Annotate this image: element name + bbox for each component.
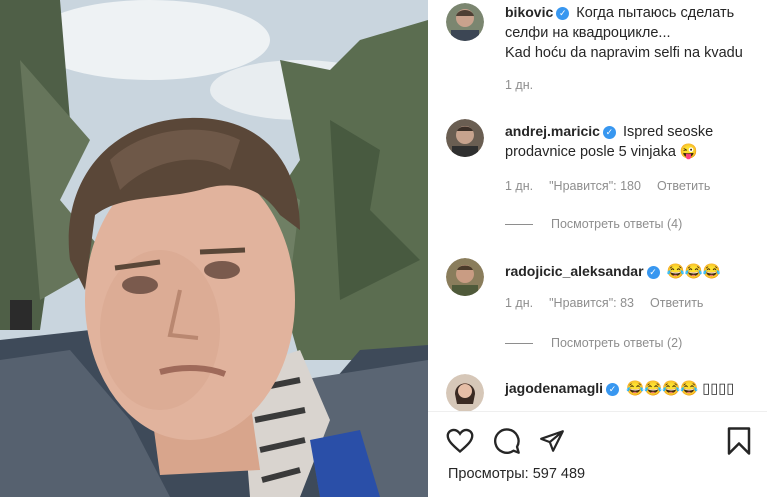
comment-likes[interactable]: "Нравится": 180 [549, 179, 641, 193]
comment-body: jagodenamagli ✓ 😂😂😂😂 ▯▯▯▯ [505, 378, 763, 399]
author-username[interactable]: bikovic [505, 4, 553, 20]
comment-avatar[interactable] [446, 119, 484, 157]
caption-line-3: Kad hoću da napravim selfi na kvadu [505, 45, 743, 61]
bookmark-icon[interactable] [726, 426, 752, 456]
post-video[interactable] [0, 0, 428, 497]
comment-username[interactable]: radojicic_aleksandar [505, 263, 644, 279]
reply-button[interactable]: Ответить [650, 296, 703, 310]
reply-button[interactable]: Ответить [657, 179, 710, 193]
comment-time[interactable]: 1 дн. [505, 296, 533, 310]
comment-username[interactable]: jagodenamagli [505, 380, 603, 396]
author-avatar[interactable] [446, 3, 484, 41]
view-replies-button[interactable]: Посмотреть ответы (2) [505, 336, 682, 350]
comment-text: 😂😂😂 [666, 264, 721, 280]
comment-text-line-2: prodavnice posle 5 vinjaka 😜 [505, 144, 698, 160]
replies-divider [505, 224, 533, 226]
comment-avatar[interactable] [446, 374, 484, 411]
verified-icon: ✓ [602, 126, 616, 139]
comment-text-line-1: Ispred seoske [622, 124, 714, 140]
view-replies-label: Посмотреть ответы (2) [551, 336, 683, 350]
comment-body: radojicic_aleksandar ✓ 😂😂😂 [505, 261, 763, 282]
comment-avatar[interactable] [446, 258, 484, 296]
video-frame [0, 0, 428, 497]
caption-meta: 1 дн. [505, 78, 549, 92]
comment-icon[interactable] [492, 427, 522, 455]
action-bar: Просмотры: 597 489 [428, 412, 767, 497]
views-count: Просмотры: 597 489 [448, 466, 586, 482]
comments-panel: bikovic ✓ Когда пытаюсь сделать селфи на … [428, 0, 767, 497]
comment-username[interactable]: andrej.maricic [505, 123, 600, 139]
share-icon[interactable] [538, 428, 566, 454]
view-replies-label: Посмотреть ответы (4) [551, 217, 683, 231]
comment-body: andrej.maricic ✓ Ispred seoske prodavnice… [505, 121, 763, 162]
heart-icon[interactable] [446, 428, 474, 454]
comments-list[interactable]: bikovic ✓ Когда пытаюсь сделать селфи на … [428, 0, 767, 411]
view-replies-button[interactable]: Посмотреть ответы (4) [505, 217, 682, 231]
replies-divider [505, 343, 533, 345]
verified-icon: ✓ [606, 383, 620, 396]
caption: bikovic ✓ Когда пытаюсь сделать селфи на … [505, 2, 763, 63]
comment-meta: 1 дн. "Нравится": 83 Ответить [505, 296, 719, 310]
comment-likes[interactable]: "Нравится": 83 [549, 296, 634, 310]
caption-line-1: Когда пытаюсь сделать [576, 5, 735, 21]
verified-icon: ✓ [556, 7, 570, 20]
caption-time[interactable]: 1 дн. [505, 78, 533, 92]
caption-line-2: селфи на квадроцикле... [505, 25, 671, 41]
comment-meta: 1 дн. "Нравится": 180 Ответить [505, 179, 726, 193]
comment-text: 😂😂😂😂 ▯▯▯▯ [626, 381, 735, 397]
comment-time[interactable]: 1 дн. [505, 179, 533, 193]
verified-icon: ✓ [646, 266, 660, 279]
